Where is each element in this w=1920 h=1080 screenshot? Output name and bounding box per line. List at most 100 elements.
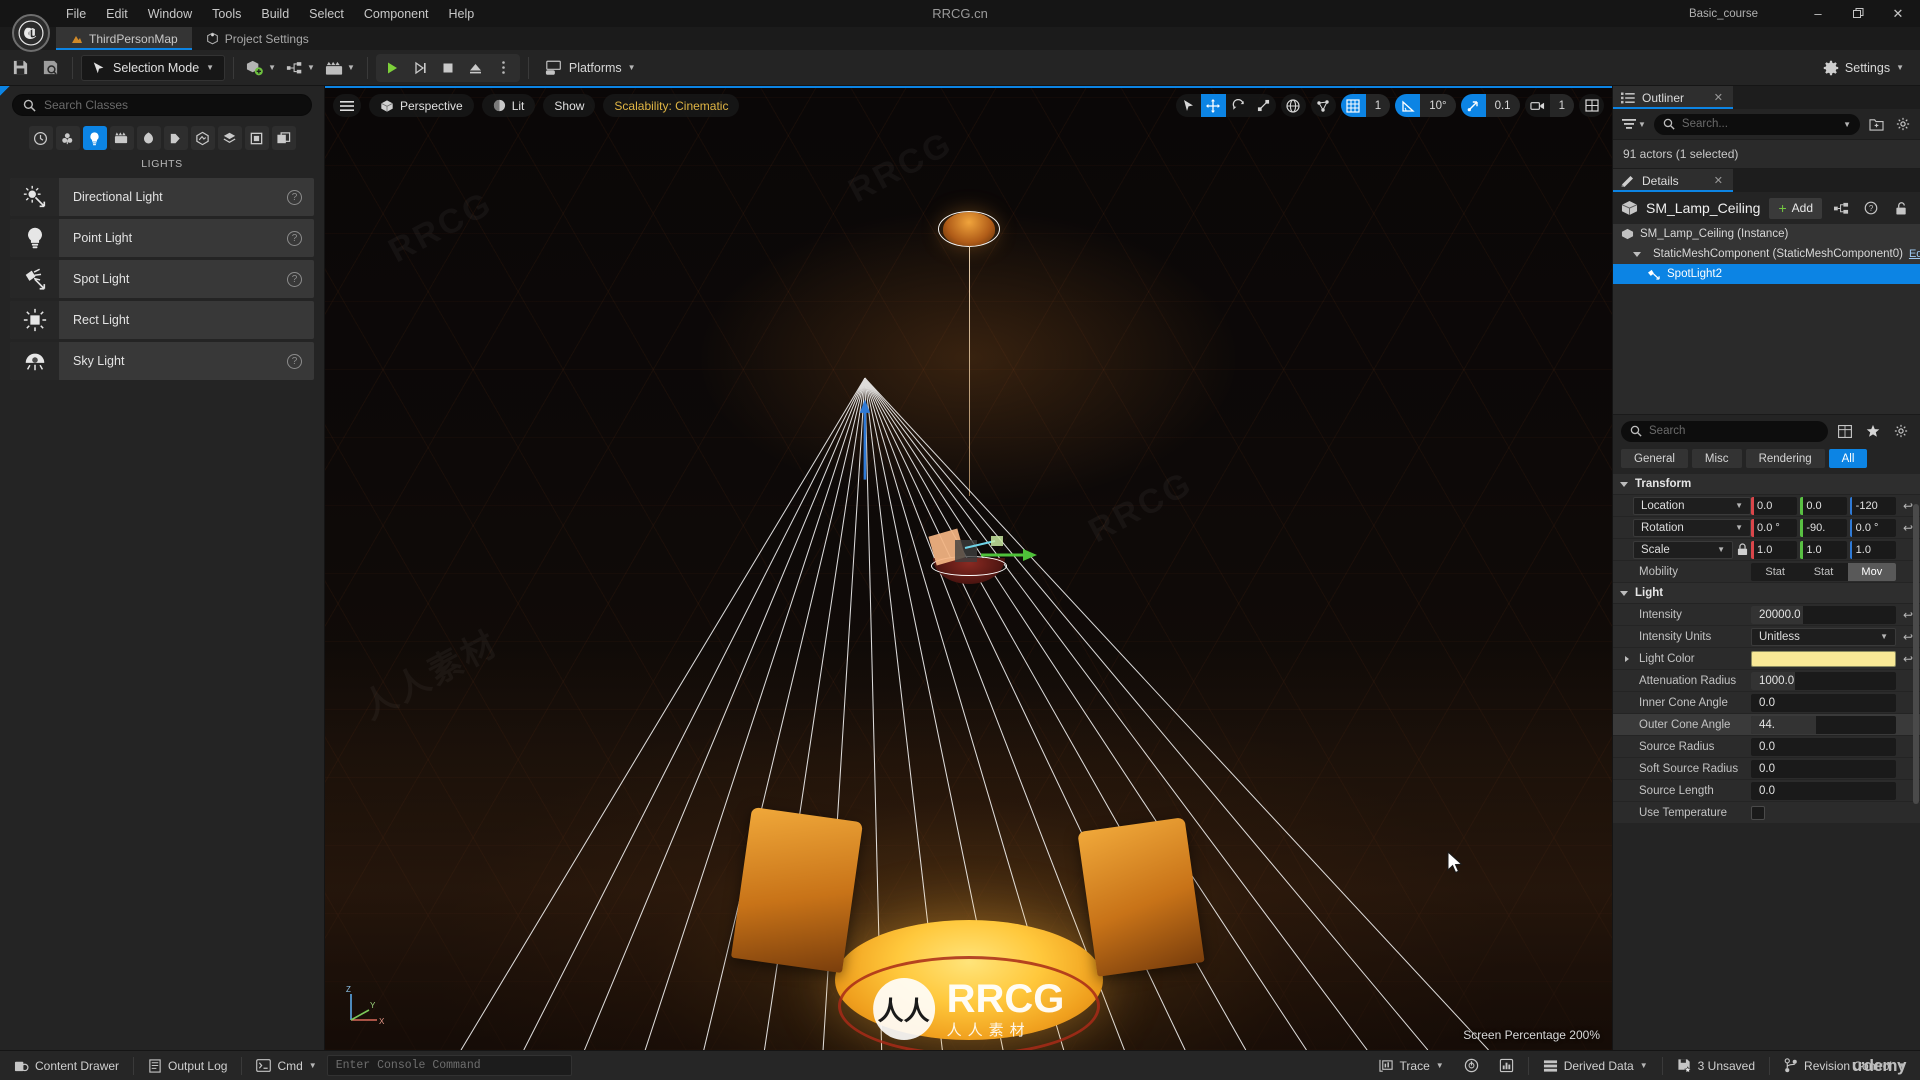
search-classes-input[interactable]: [44, 98, 301, 112]
maximize-button[interactable]: [1838, 0, 1878, 27]
content-drawer-button[interactable]: Content Drawer: [4, 1054, 129, 1078]
surface-snap-button[interactable]: [1310, 94, 1336, 117]
scale-dropdown[interactable]: Scale ▼: [1633, 540, 1733, 559]
close-icon[interactable]: ✕: [1714, 174, 1723, 187]
chevron-down-icon[interactable]: [1633, 251, 1641, 257]
geometry-icon[interactable]: [163, 126, 188, 150]
help-icon[interactable]: ?: [287, 189, 302, 205]
close-button[interactable]: ✕: [1878, 0, 1918, 27]
use-temperature-checkbox[interactable]: [1751, 805, 1765, 820]
rotate-tool-icon[interactable]: [1226, 94, 1251, 117]
shapes-icon[interactable]: [244, 126, 269, 150]
list-item-point-light[interactable]: Point Light ?: [10, 219, 314, 257]
tab-outliner[interactable]: Outliner ✕: [1613, 86, 1733, 109]
add-folder-button[interactable]: [1865, 113, 1887, 135]
cinematic-icon[interactable]: [109, 126, 134, 150]
help-button[interactable]: ?: [1860, 197, 1882, 219]
source-length-field[interactable]: 0.0: [1751, 781, 1896, 800]
soft-source-radius-field[interactable]: 0.0: [1751, 759, 1896, 778]
tree-row[interactable]: SpotLight2: [1613, 264, 1920, 284]
intensity-units-dropdown[interactable]: Unitless ▼: [1751, 627, 1896, 646]
scale-snap-icon[interactable]: [1460, 94, 1486, 117]
viewport-layout-icon[interactable]: [1579, 94, 1604, 117]
details-search-input[interactable]: [1649, 425, 1819, 437]
attenuation-radius-field[interactable]: 1000.0: [1751, 671, 1896, 690]
output-log-button[interactable]: Output Log: [138, 1054, 237, 1078]
outliner-search-input[interactable]: [1681, 118, 1837, 130]
tab-misc[interactable]: Misc: [1691, 449, 1742, 468]
console-command-box[interactable]: [326, 1055, 572, 1076]
cmd-dropdown[interactable]: Cmd ▼: [246, 1054, 326, 1078]
help-icon[interactable]: ?: [287, 230, 302, 246]
menu-select[interactable]: Select: [299, 3, 354, 25]
surface-snap-icon[interactable]: [1311, 94, 1336, 117]
more-icon[interactable]: [271, 126, 296, 150]
search-classes-box[interactable]: [12, 94, 312, 116]
location-z-field[interactable]: -120: [1849, 496, 1896, 515]
viewport-layout-button[interactable]: [1579, 94, 1604, 117]
unreal-engine-logo[interactable]: [12, 14, 50, 52]
camera-speed-value[interactable]: 1: [1549, 94, 1574, 117]
console-command-input[interactable]: [335, 1059, 563, 1072]
cinematics-button[interactable]: ▼: [321, 54, 359, 82]
tree-row[interactable]: SM_Lamp_Ceiling (Instance): [1613, 224, 1920, 244]
visual-effects-icon[interactable]: [136, 126, 161, 150]
tab-all[interactable]: All: [1828, 449, 1868, 468]
stats-button[interactable]: [1489, 1054, 1524, 1078]
scale-z-field[interactable]: 1.0: [1849, 540, 1896, 559]
eject-button[interactable]: [462, 54, 490, 82]
list-item-spot-light[interactable]: Spot Light ?: [10, 260, 314, 298]
lights-icon[interactable]: [82, 126, 107, 150]
volumes-icon[interactable]: [190, 126, 215, 150]
rotation-dropdown[interactable]: Rotation ▼: [1633, 518, 1751, 537]
basic-icon[interactable]: [55, 126, 80, 150]
section-light[interactable]: Light: [1613, 583, 1920, 604]
selection-mode-dropdown[interactable]: Selection Mode ▼: [81, 54, 226, 81]
menu-edit[interactable]: Edit: [96, 3, 138, 25]
blueprint-graph-button[interactable]: [1830, 197, 1852, 219]
rotation-z-field[interactable]: 0.0 °: [1849, 518, 1896, 537]
list-item-rect-light[interactable]: Rect Light: [10, 301, 314, 339]
table-view-button[interactable]: [1834, 420, 1856, 442]
scale-tool-icon[interactable]: [1251, 94, 1276, 117]
lock-details-button[interactable]: [1890, 197, 1912, 219]
menu-window[interactable]: Window: [138, 3, 202, 25]
angle-snap-icon[interactable]: [1395, 94, 1421, 117]
location-x-field[interactable]: 0.0: [1751, 496, 1798, 515]
level-viewport[interactable]: RRCG RRCG 人人素材 RRCG: [325, 86, 1612, 1050]
location-dropdown[interactable]: Location ▼: [1633, 496, 1751, 515]
details-settings-button[interactable]: [1890, 420, 1912, 442]
chevron-down-icon[interactable]: ▼: [1843, 120, 1851, 129]
select-tool-icon[interactable]: [1176, 94, 1201, 117]
grid-snap-icon[interactable]: [1340, 94, 1366, 117]
mobility-static[interactable]: Stat: [1751, 563, 1799, 581]
angle-snap-value[interactable]: 10°: [1420, 94, 1456, 117]
outer-cone-angle-field[interactable]: 44.: [1751, 715, 1896, 734]
help-icon[interactable]: ?: [287, 271, 302, 287]
tab-details[interactable]: Details ✕: [1613, 169, 1733, 192]
world-coordinates-button[interactable]: [1280, 94, 1306, 117]
world-coordinates-icon[interactable]: [1281, 94, 1306, 117]
play-button[interactable]: [378, 54, 406, 82]
outliner-filter-button[interactable]: ▼: [1619, 113, 1649, 135]
tree-row[interactable]: StaticMeshComponent (StaticMeshComponent…: [1613, 244, 1920, 264]
tab-thirdpersonmap[interactable]: ThirdPersonMap: [56, 27, 192, 50]
trace-dropdown[interactable]: Trace ▼: [1369, 1054, 1454, 1078]
play-more-options-button[interactable]: [490, 54, 518, 82]
browse-button[interactable]: [36, 54, 64, 82]
tab-general[interactable]: General: [1621, 449, 1688, 468]
derived-data-dropdown[interactable]: Derived Data ▼: [1533, 1054, 1658, 1078]
details-search-box[interactable]: [1621, 420, 1828, 442]
show-dropdown[interactable]: Show: [543, 94, 596, 117]
outliner-search-box[interactable]: ▼: [1653, 113, 1860, 135]
location-y-field[interactable]: 0.0: [1800, 496, 1847, 515]
translate-tool-icon[interactable]: [1200, 94, 1226, 117]
scale-y-field[interactable]: 1.0: [1800, 540, 1847, 559]
light-color-expander[interactable]: [1621, 655, 1633, 662]
viewport-menu-button[interactable]: [333, 94, 361, 117]
quick-add-actor-button[interactable]: ▼: [242, 54, 280, 82]
scale-x-field[interactable]: 1.0: [1751, 540, 1798, 559]
outliner-settings-button[interactable]: [1892, 113, 1914, 135]
section-transform[interactable]: Transform: [1613, 474, 1920, 495]
minimize-button[interactable]: –: [1798, 0, 1838, 27]
